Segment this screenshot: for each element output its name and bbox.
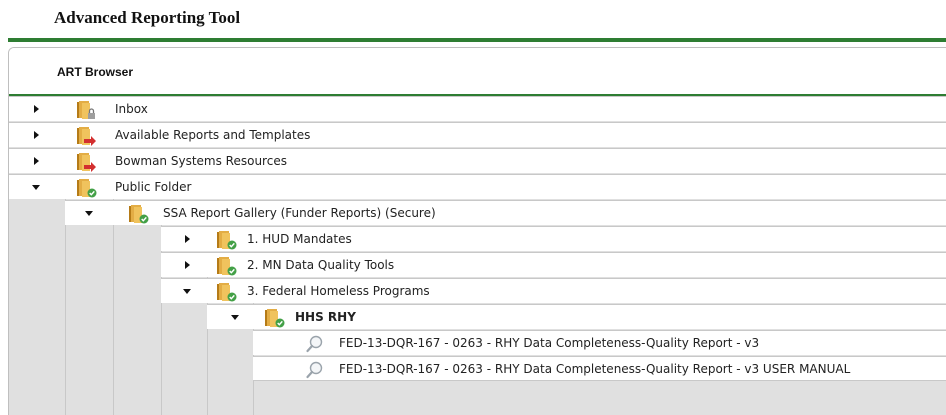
- expand-arrow-icon[interactable]: [34, 131, 39, 139]
- panel-header: ART Browser: [9, 48, 946, 94]
- tree-item-label[interactable]: 1. HUD Mandates: [247, 232, 352, 246]
- folder-public-icon: [263, 308, 285, 328]
- tree-row-federal-homeless[interactable]: 3. Federal Homeless Programs: [161, 278, 946, 303]
- report-magnifier-icon: [305, 360, 325, 380]
- folder-public-icon: [127, 204, 149, 224]
- tree-row-report[interactable]: FED-13-DQR-167 - 0263 - RHY Data Complet…: [253, 330, 946, 355]
- tree-item-label[interactable]: Bowman Systems Resources: [115, 154, 287, 168]
- folder-shared-icon: [75, 126, 97, 146]
- title-divider: [8, 38, 946, 42]
- expand-arrow-icon[interactable]: [185, 261, 190, 269]
- tree-item-label[interactable]: SSA Report Gallery (Funder Reports) (Sec…: [163, 206, 436, 220]
- tree-row-bowman-resources[interactable]: Bowman Systems Resources: [9, 148, 946, 173]
- tree-row-mn-data-quality[interactable]: 2. MN Data Quality Tools: [161, 252, 946, 277]
- folder-public-icon: [215, 256, 237, 276]
- collapse-arrow-icon[interactable]: [85, 211, 93, 216]
- folder-public-icon: [75, 178, 97, 198]
- expand-arrow-icon[interactable]: [34, 105, 39, 113]
- collapse-arrow-icon[interactable]: [32, 185, 40, 190]
- tree-row-report-manual[interactable]: FED-13-DQR-167 - 0263 - RHY Data Complet…: [253, 356, 946, 381]
- tree-row-hud-mandates[interactable]: 1. HUD Mandates: [161, 226, 946, 251]
- report-magnifier-icon: [305, 334, 325, 354]
- tree-item-label[interactable]: FED-13-DQR-167 - 0263 - RHY Data Complet…: [339, 362, 850, 376]
- tree-item-label[interactable]: HHS RHY: [295, 310, 356, 324]
- tree-item-label[interactable]: Available Reports and Templates: [115, 128, 310, 142]
- tree-item-label[interactable]: FED-13-DQR-167 - 0263 - RHY Data Complet…: [339, 336, 759, 350]
- folder-tree: Inbox Available Reports and Templates Bo…: [9, 96, 946, 415]
- tree-item-label[interactable]: Inbox: [115, 102, 148, 116]
- tree-row-hhs-rhy[interactable]: HHS RHY: [207, 304, 946, 329]
- expand-arrow-icon[interactable]: [185, 235, 190, 243]
- tree-row-public-folder[interactable]: Public Folder: [9, 174, 946, 199]
- folder-public-icon: [215, 230, 237, 250]
- tree-item-label[interactable]: 2. MN Data Quality Tools: [247, 258, 394, 272]
- tree-item-label[interactable]: Public Folder: [115, 180, 191, 194]
- collapse-arrow-icon[interactable]: [231, 315, 239, 320]
- tree-indent-guide: [65, 198, 66, 415]
- folder-public-icon: [215, 282, 237, 302]
- app-title: Advanced Reporting Tool: [54, 8, 241, 27]
- tree-row-inbox[interactable]: Inbox: [9, 96, 946, 121]
- collapse-arrow-icon[interactable]: [183, 289, 191, 294]
- tree-item-label[interactable]: 3. Federal Homeless Programs: [247, 284, 430, 298]
- tree-row-available-reports[interactable]: Available Reports and Templates: [9, 122, 946, 147]
- panel-title: ART Browser: [57, 65, 134, 79]
- tree-row-ssa-report-gallery[interactable]: SSA Report Gallery (Funder Reports) (Sec…: [65, 200, 946, 225]
- folder-lock-icon: [75, 100, 97, 120]
- expand-arrow-icon[interactable]: [34, 157, 39, 165]
- folder-shared-icon: [75, 152, 97, 172]
- art-browser-panel: ART Browser Inbox Available Reports and …: [8, 47, 946, 415]
- tree-indent-guide: [113, 198, 114, 415]
